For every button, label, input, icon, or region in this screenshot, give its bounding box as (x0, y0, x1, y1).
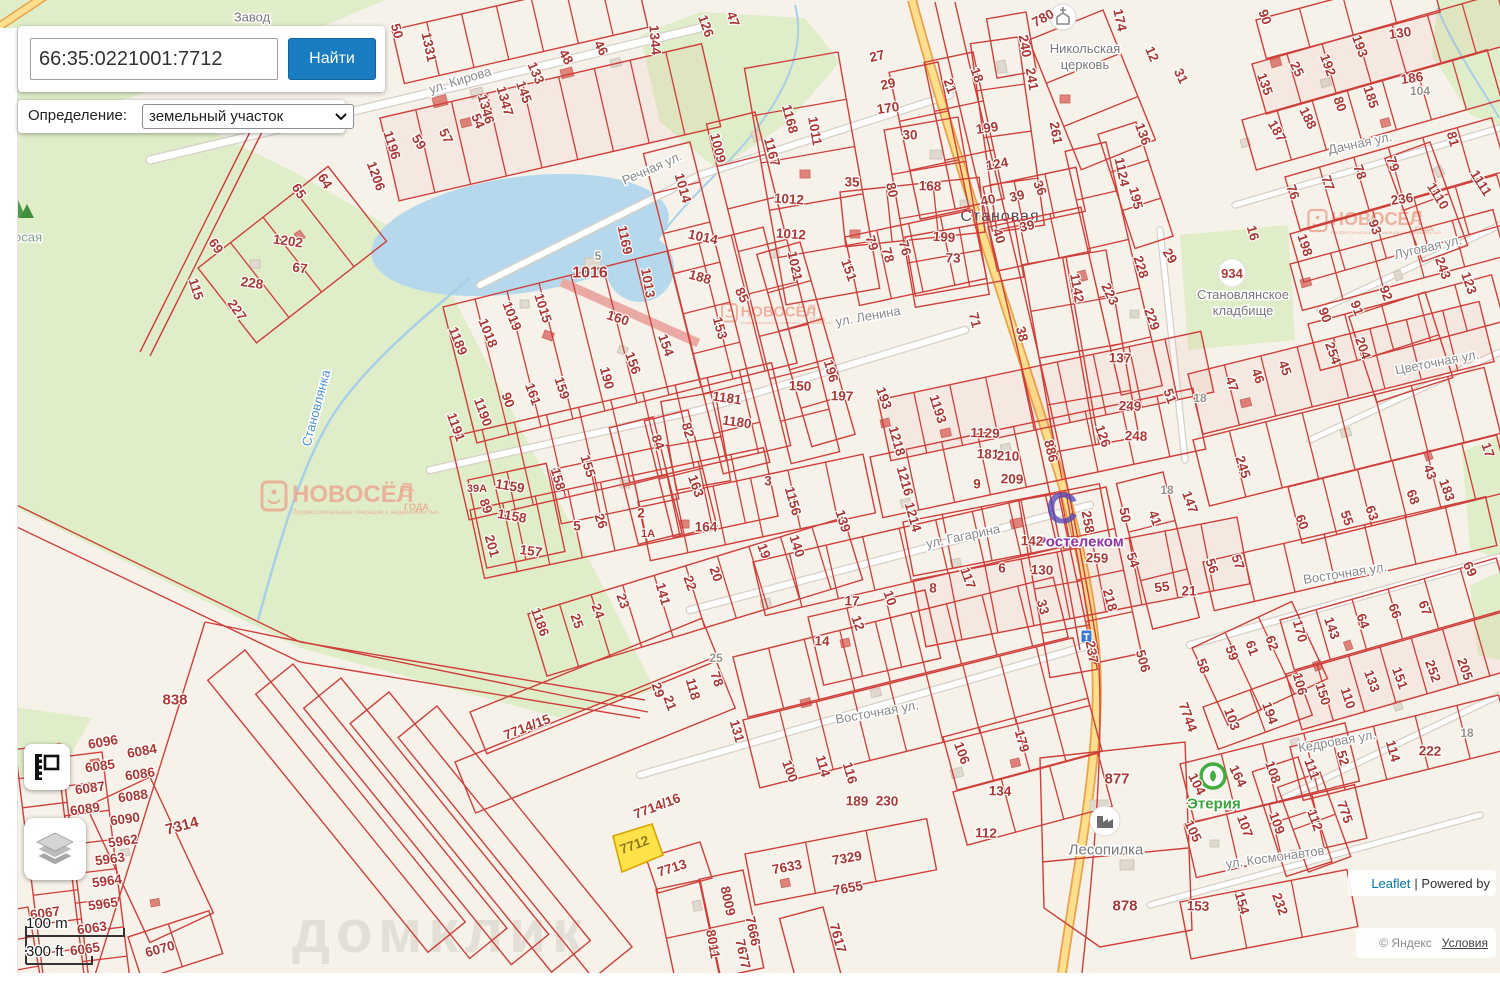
parcel-label: 153 (1186, 898, 1210, 914)
parcel-label: 35 (844, 174, 860, 190)
rostelecom-icon: С (1046, 484, 1078, 533)
scale-control: 100 m 300 ft (25, 914, 125, 965)
parcel-label: 170 (876, 99, 900, 117)
definition-select[interactable]: земельный участок (142, 104, 354, 129)
parcel-label: 150 (788, 378, 811, 394)
parcel-label: 197 (830, 388, 853, 404)
ruler-icon (35, 754, 60, 780)
definition-label: Определение: (28, 107, 128, 124)
poi-label: Ростелеком (1036, 534, 1124, 551)
parcel-label: 249 (1118, 398, 1141, 414)
parcel-label: 142 (1020, 533, 1043, 549)
domklik-watermark: домклик (292, 898, 588, 965)
parcel-label: 248 (1124, 428, 1148, 444)
parcel-label: 3 (764, 474, 772, 489)
parcel-label: 164 (695, 520, 718, 535)
parcel-label: 199 (975, 119, 999, 137)
parcel-label: 39А (467, 483, 487, 495)
parcel-label: 130 (1388, 24, 1412, 42)
powered-by-text: | Powered by (1414, 875, 1490, 891)
parcel-label: 30 (902, 128, 917, 143)
parcel-label: 210 (996, 448, 1019, 464)
search-button[interactable]: Найти (288, 38, 376, 80)
parcel-label: 50 (1116, 506, 1133, 523)
parcel-label: 6 (998, 560, 1007, 575)
parcel-label: 199 (932, 229, 956, 246)
parcel-label: 134 (988, 783, 1012, 799)
parcel-label: 18 (1193, 391, 1207, 405)
definition-select-value: земельный участок (149, 108, 284, 125)
scale-feet: 300 ft (26, 943, 64, 960)
layers-icon (35, 832, 75, 866)
parcel-label: 104 (1410, 84, 1430, 98)
map-canvas[interactable]: домкликНОВОСЁЛПрофессиональные операции … (0, 0, 1500, 973)
yandex-attribution: © Яндекс Условия (1356, 928, 1496, 958)
svg-text:934: 934 (1221, 266, 1243, 281)
parcel-label: 877 (1104, 771, 1129, 788)
poi-label: Лесопилка (1069, 842, 1144, 859)
parcel-label: 112 (975, 825, 997, 841)
parcel-label: 21 (1181, 584, 1197, 599)
parcel-label: 18 (1160, 483, 1174, 497)
sawmill-icon (1089, 805, 1121, 837)
parcel-label: 230 (875, 793, 898, 809)
parcel-label: 236 (1390, 190, 1415, 208)
parcel-label: 5 (573, 519, 581, 534)
leaflet-attribution: Leaflet | Powered by (1348, 870, 1496, 896)
parcel-label: 189 (845, 793, 868, 809)
search-input[interactable] (30, 38, 278, 80)
poi-label: осая (14, 230, 42, 245)
terms-link[interactable]: Условия (1442, 936, 1488, 950)
search-panel: Найти (18, 26, 385, 92)
parcel-label: 137 (1108, 350, 1131, 366)
parcel-label: 259 (1085, 550, 1108, 566)
layers-button[interactable] (24, 818, 86, 880)
definition-panel: Определение: земельный участок (18, 100, 354, 133)
parcel-label: 1012 (775, 225, 806, 242)
scale-meters: 100 m (26, 915, 68, 932)
left-edge-strip (0, 28, 18, 973)
parcel-label: 29 (879, 75, 897, 93)
parcel-label: 838 (162, 692, 187, 709)
parcel-label: 1012 (773, 190, 804, 207)
parcel-label: 168 (918, 178, 942, 194)
poi-label: Завод (234, 10, 271, 25)
parcel-label: 25 (709, 651, 723, 665)
parcel-label: 222 (1418, 743, 1441, 759)
parcel-label: 55 (1154, 578, 1171, 595)
parcel-label: 39 (1018, 217, 1036, 235)
parcel-label: 1016 (572, 265, 608, 282)
parcel-label: 5 (595, 249, 602, 263)
parcel-label: 209 (1000, 471, 1023, 487)
cadastral-map-app: домклик НОВОСЁЛ Профессиональные операции … (0, 0, 1500, 1000)
parcel-label: 73 (945, 250, 961, 266)
yandex-copyright: © Яндекс (1379, 936, 1432, 950)
parcel-label: 878 (1112, 898, 1137, 915)
parcel-label: 1129 (970, 425, 1000, 441)
parcel-label: 17 (844, 593, 860, 609)
parcel-label: 2 (637, 506, 645, 521)
measure-button[interactable] (24, 744, 70, 790)
parcel-label: 228 (240, 274, 265, 292)
parcel-label: 8 (929, 580, 938, 595)
svg-text:НОВОСЁЛ: НОВОСЁЛ (292, 481, 414, 508)
parcel-label: 80 (883, 181, 901, 199)
parcel-label: 157 (519, 542, 543, 560)
poi-label: Этерия (1187, 796, 1241, 813)
chevron-down-icon (335, 112, 347, 120)
parcel-label: 9 (973, 477, 981, 492)
parcel-label: 18 (1460, 726, 1474, 740)
parcel-label: 130 (1030, 562, 1053, 578)
svg-text:ГОДА: ГОДА (404, 502, 429, 512)
parcel-label: 1344 (646, 24, 664, 56)
parcel-label: 1А (641, 528, 655, 540)
cemetery-badge: 934 (1217, 258, 1247, 288)
leaflet-link[interactable]: Leaflet (1371, 876, 1410, 891)
parcel-label: 14 (814, 633, 830, 649)
parcel-label: 67 (292, 260, 309, 277)
bottom-band (0, 973, 1500, 1000)
